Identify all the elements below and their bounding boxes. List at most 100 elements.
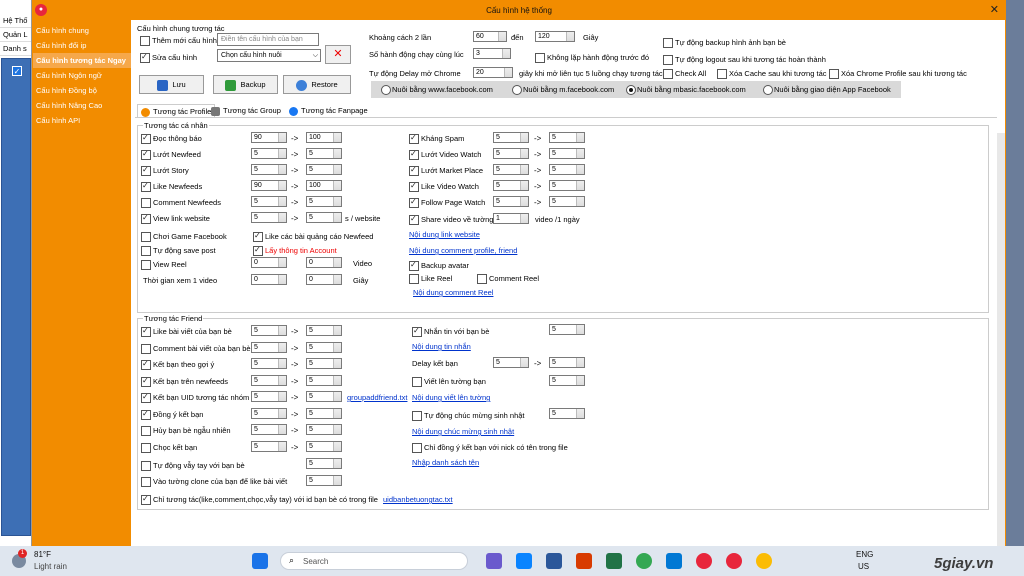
link-comment-reel[interactable]: Nội dung comment Reel [413,287,493,298]
restore-button[interactable]: Restore [283,75,351,94]
link-write-wall[interactable]: Nội dung viết lên tường [412,392,490,403]
play-game-checkbox[interactable]: Chơi Game Facebook [141,231,227,242]
friend-left-checkbox[interactable]: Chọc kết bạn [141,442,197,453]
personal-right-checkbox[interactable]: Kháng Spam [409,132,464,144]
office-icon[interactable] [576,553,592,569]
language-code[interactable]: ENG [856,550,873,559]
friend-left-from-input[interactable]: 5 [251,424,287,435]
watch-time-to-input[interactable]: 0 [306,274,342,285]
clear-profile-checkbox[interactable]: Xóa Chrome Profile sau khi tương tác [829,68,967,79]
personal-left-checkbox[interactable]: View link website [141,212,210,224]
personal-right-to-input[interactable]: 5 [549,164,585,175]
birthday-input[interactable]: 5 [549,408,585,419]
friend-left-to-input[interactable]: 5 [306,374,342,386]
link-birthday[interactable]: Nội dung chúc mừng sinh nhật [412,426,514,437]
check-all-checkbox[interactable]: Check All [663,68,706,79]
friend-left-from-input[interactable]: 5 [251,407,287,419]
delay-chrome-input[interactable]: 20 [473,67,513,78]
like-reel-checkbox[interactable]: Like Reel [409,273,452,284]
close-button[interactable]: ✕ [990,1,999,20]
personal-right-checkbox[interactable]: Lướt Video Watch [409,148,481,160]
comment-reel-checkbox[interactable]: Comment Reel [477,273,539,284]
tab-group[interactable]: Tương tác Group [211,104,281,117]
friend-left-from-input[interactable]: 5 [251,325,287,336]
personal-left-from-input[interactable]: 5 [251,196,287,207]
friend-left-checkbox[interactable]: Kết bạn UID tương tác nhóm [141,391,249,403]
friend-left-to-input[interactable]: 5 [306,407,342,419]
sidebar-item-ip[interactable]: Cấu hình đổi ip [33,38,131,53]
personal-left-from-input[interactable]: 5 [251,164,287,175]
friend-left-from-input[interactable]: 5 [251,374,287,386]
friend-left-to-input[interactable]: 5 [306,391,342,402]
save-button[interactable]: Lưu [139,75,204,94]
backup-button[interactable]: Backup [213,75,278,94]
friend-left-checkbox[interactable]: Kết bạn trên newfeeds [141,375,228,387]
link-message[interactable]: Nội dung tin nhắn [412,341,471,352]
edit-config-checkbox[interactable]: Sửa cấu hình [140,51,197,63]
personal-left-checkbox[interactable]: Comment Newfeeds [141,197,221,208]
radio-www[interactable]: Nuôi bằng www.facebook.com [381,84,493,95]
link-website-content[interactable]: Nội dung link website [409,229,480,240]
task-view-icon[interactable] [486,553,502,569]
interval-to-input[interactable]: 120 [535,31,575,42]
view-reel-from-input[interactable]: 0 [251,257,287,268]
tab-fanpage[interactable]: Tương tác Fanpage [289,104,368,117]
personal-left-checkbox[interactable]: Đọc thông báo [141,132,202,144]
sidebar-item-advanced[interactable]: Cấu hình Nâng Cao [33,98,131,113]
personal-left-to-input[interactable]: 100 [306,132,342,143]
app-taskbar-icon[interactable] [696,553,712,569]
link-names[interactable]: Nhập danh sách tên [412,457,479,468]
friend-left-from-input[interactable]: 5 [251,358,287,369]
radio-mobile[interactable]: Nuôi bằng m.facebook.com [512,84,614,95]
personal-right-checkbox[interactable]: Lướt Market Place [409,164,483,176]
friend-left-from-input[interactable]: 5 [251,440,287,452]
region-code[interactable]: US [858,562,869,571]
sidebar-item-language[interactable]: Cấu hình Ngôn ngữ [33,68,131,83]
config-select[interactable]: Chọn cấu hình nuôi ⌵ [217,49,321,62]
delay-friend-to-input[interactable]: 5 [549,357,585,368]
personal-left-from-input[interactable]: 90 [251,132,287,143]
start-windows-icon[interactable] [252,553,268,569]
share-video-checkbox[interactable]: Share video về tường [409,213,493,225]
friend-left-to-input[interactable]: 5 [306,358,342,369]
add-new-config-checkbox[interactable]: Thêm mới cấu hình [140,35,217,46]
no-repeat-checkbox[interactable]: Không lặp hành động trước đó [535,52,649,63]
delete-config-button[interactable]: ✕ [325,45,351,64]
concurrent-input[interactable]: 3 [473,48,511,59]
personal-left-to-input[interactable]: 5 [306,148,342,159]
backup-avatar-checkbox[interactable]: Backup avatar [409,259,469,271]
personal-left-from-input[interactable]: 5 [251,212,287,223]
friend-left-to-input[interactable]: 5 [306,440,342,452]
friend-left-to-input[interactable]: 5 [306,341,342,353]
personal-right-checkbox[interactable]: Follow Page Watch [409,196,485,208]
accept-nick-checkbox[interactable]: Chỉ đồng ý kết bạn với nick có tên trong… [412,442,568,453]
interval-from-input[interactable]: 60 [473,31,507,42]
friend-left-checkbox[interactable]: Đồng ý kết bạn [141,408,203,420]
clone-wall-checkbox[interactable]: Vào tường clone của bạn để like bài viết [141,476,287,487]
personal-left-checkbox[interactable]: Like Newfeeds [141,180,202,192]
radio-app[interactable]: Nuôi bằng giao diện App Facebook [763,84,891,95]
only-file-checkbox[interactable]: Chỉ tương tác(like,comment,chọc,vẫy tay)… [141,493,378,505]
birthday-checkbox[interactable]: Tự động chúc mừng sinh nhật [412,410,525,421]
friend-left-checkbox[interactable]: Comment bài viết của bạn bè [141,343,251,354]
excel-icon[interactable] [606,553,622,569]
personal-left-checkbox[interactable]: Lướt Story [141,164,189,176]
sidebar-item-general[interactable]: Cấu hình chung [33,23,131,38]
personal-right-checkbox[interactable]: Like Video Watch [409,180,479,192]
personal-left-from-input[interactable]: 90 [251,180,287,191]
friend-left-checkbox[interactable]: Like bài viết của bạn bè [141,325,232,337]
personal-right-to-input[interactable]: 5 [549,196,585,207]
personal-right-to-input[interactable]: 5 [549,132,585,143]
personal-left-to-input[interactable]: 5 [306,212,342,223]
friend-left-from-input[interactable]: 5 [251,391,287,402]
personal-left-to-input[interactable]: 5 [306,164,342,175]
watch-time-from-input[interactable]: 0 [251,274,287,285]
write-wall-input[interactable]: 5 [549,375,585,386]
auto-save-post-checkbox[interactable]: Tự động save post [141,245,216,256]
friend-left-to-input[interactable]: 5 [306,424,342,435]
view-reel-to-input[interactable]: 0 [306,257,342,268]
config-name-input[interactable]: Điền tên cấu hình của bạn [217,33,319,46]
friend-left-from-input[interactable]: 5 [251,341,287,353]
get-account-info-checkbox[interactable]: Lấy thông tin Account [253,244,337,256]
write-wall-checkbox[interactable]: Viết lên tường bạn [412,376,486,387]
